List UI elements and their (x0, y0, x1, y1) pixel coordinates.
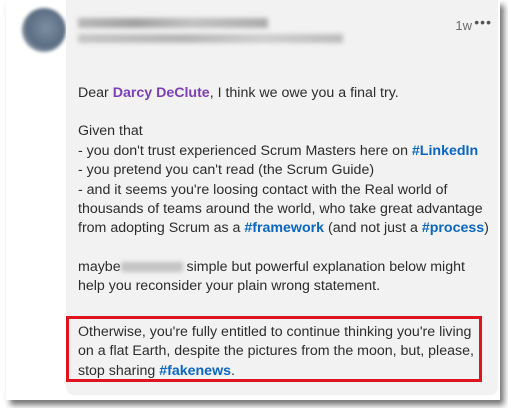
comment-frame: 1w ••• Dear Darcy DeClute, I think we ow… (6, 0, 500, 400)
hashtag-linkedin[interactable]: #LinkedIn (412, 143, 478, 159)
maybe-text-end: simple but powerful explanation below mi… (182, 258, 465, 275)
hashtag-process[interactable]: #process (422, 220, 484, 236)
bullet-3-mid: (and not just a (324, 220, 422, 237)
greeting-text: Dear (78, 85, 113, 101)
comment-body: Dear Darcy DeClute, I think we owe you a… (78, 84, 490, 316)
bullet-3-line-3: from adopting Scrum as a (78, 220, 245, 237)
maybe-paragraph: maybe simple but powerful explanation be… (78, 258, 490, 297)
timestamp: 1w (455, 18, 472, 33)
bullet-2-text: - you pretend you can't read (the Scrum … (78, 162, 375, 179)
mention-link[interactable]: Darcy DeClute (113, 85, 210, 101)
avatar[interactable] (22, 8, 66, 52)
bullet-1-text: - you don't trust experienced Scrum Mast… (78, 142, 412, 159)
hashtag-framework[interactable]: #framework (244, 220, 324, 236)
given-that-paragraph: Given that - you don't trust experienced… (78, 122, 490, 238)
bullet-3-line-2: thousands of teams around the world, who… (78, 201, 483, 218)
redacted-link[interactable] (120, 262, 183, 273)
bullet-3-line-1: - and it seems you're loosing contact wi… (78, 181, 448, 198)
author-name-redacted[interactable] (78, 18, 268, 28)
greeting-text-end: , I think we owe you a final try. (209, 85, 399, 101)
maybe-line-2: help you reconsider your plain wrong sta… (78, 278, 381, 295)
given-that-text: Given that (78, 123, 143, 140)
author-headline-redacted (78, 34, 343, 43)
maybe-text: maybe (78, 258, 121, 275)
more-options-icon[interactable]: ••• (474, 14, 492, 30)
red-highlight-box (66, 316, 482, 382)
greeting-paragraph: Dear Darcy DeClute, I think we owe you a… (78, 84, 490, 103)
bullet-3-end: ) (484, 220, 489, 237)
comment-card: 1w ••• Dear Darcy DeClute, I think we ow… (66, 0, 498, 395)
